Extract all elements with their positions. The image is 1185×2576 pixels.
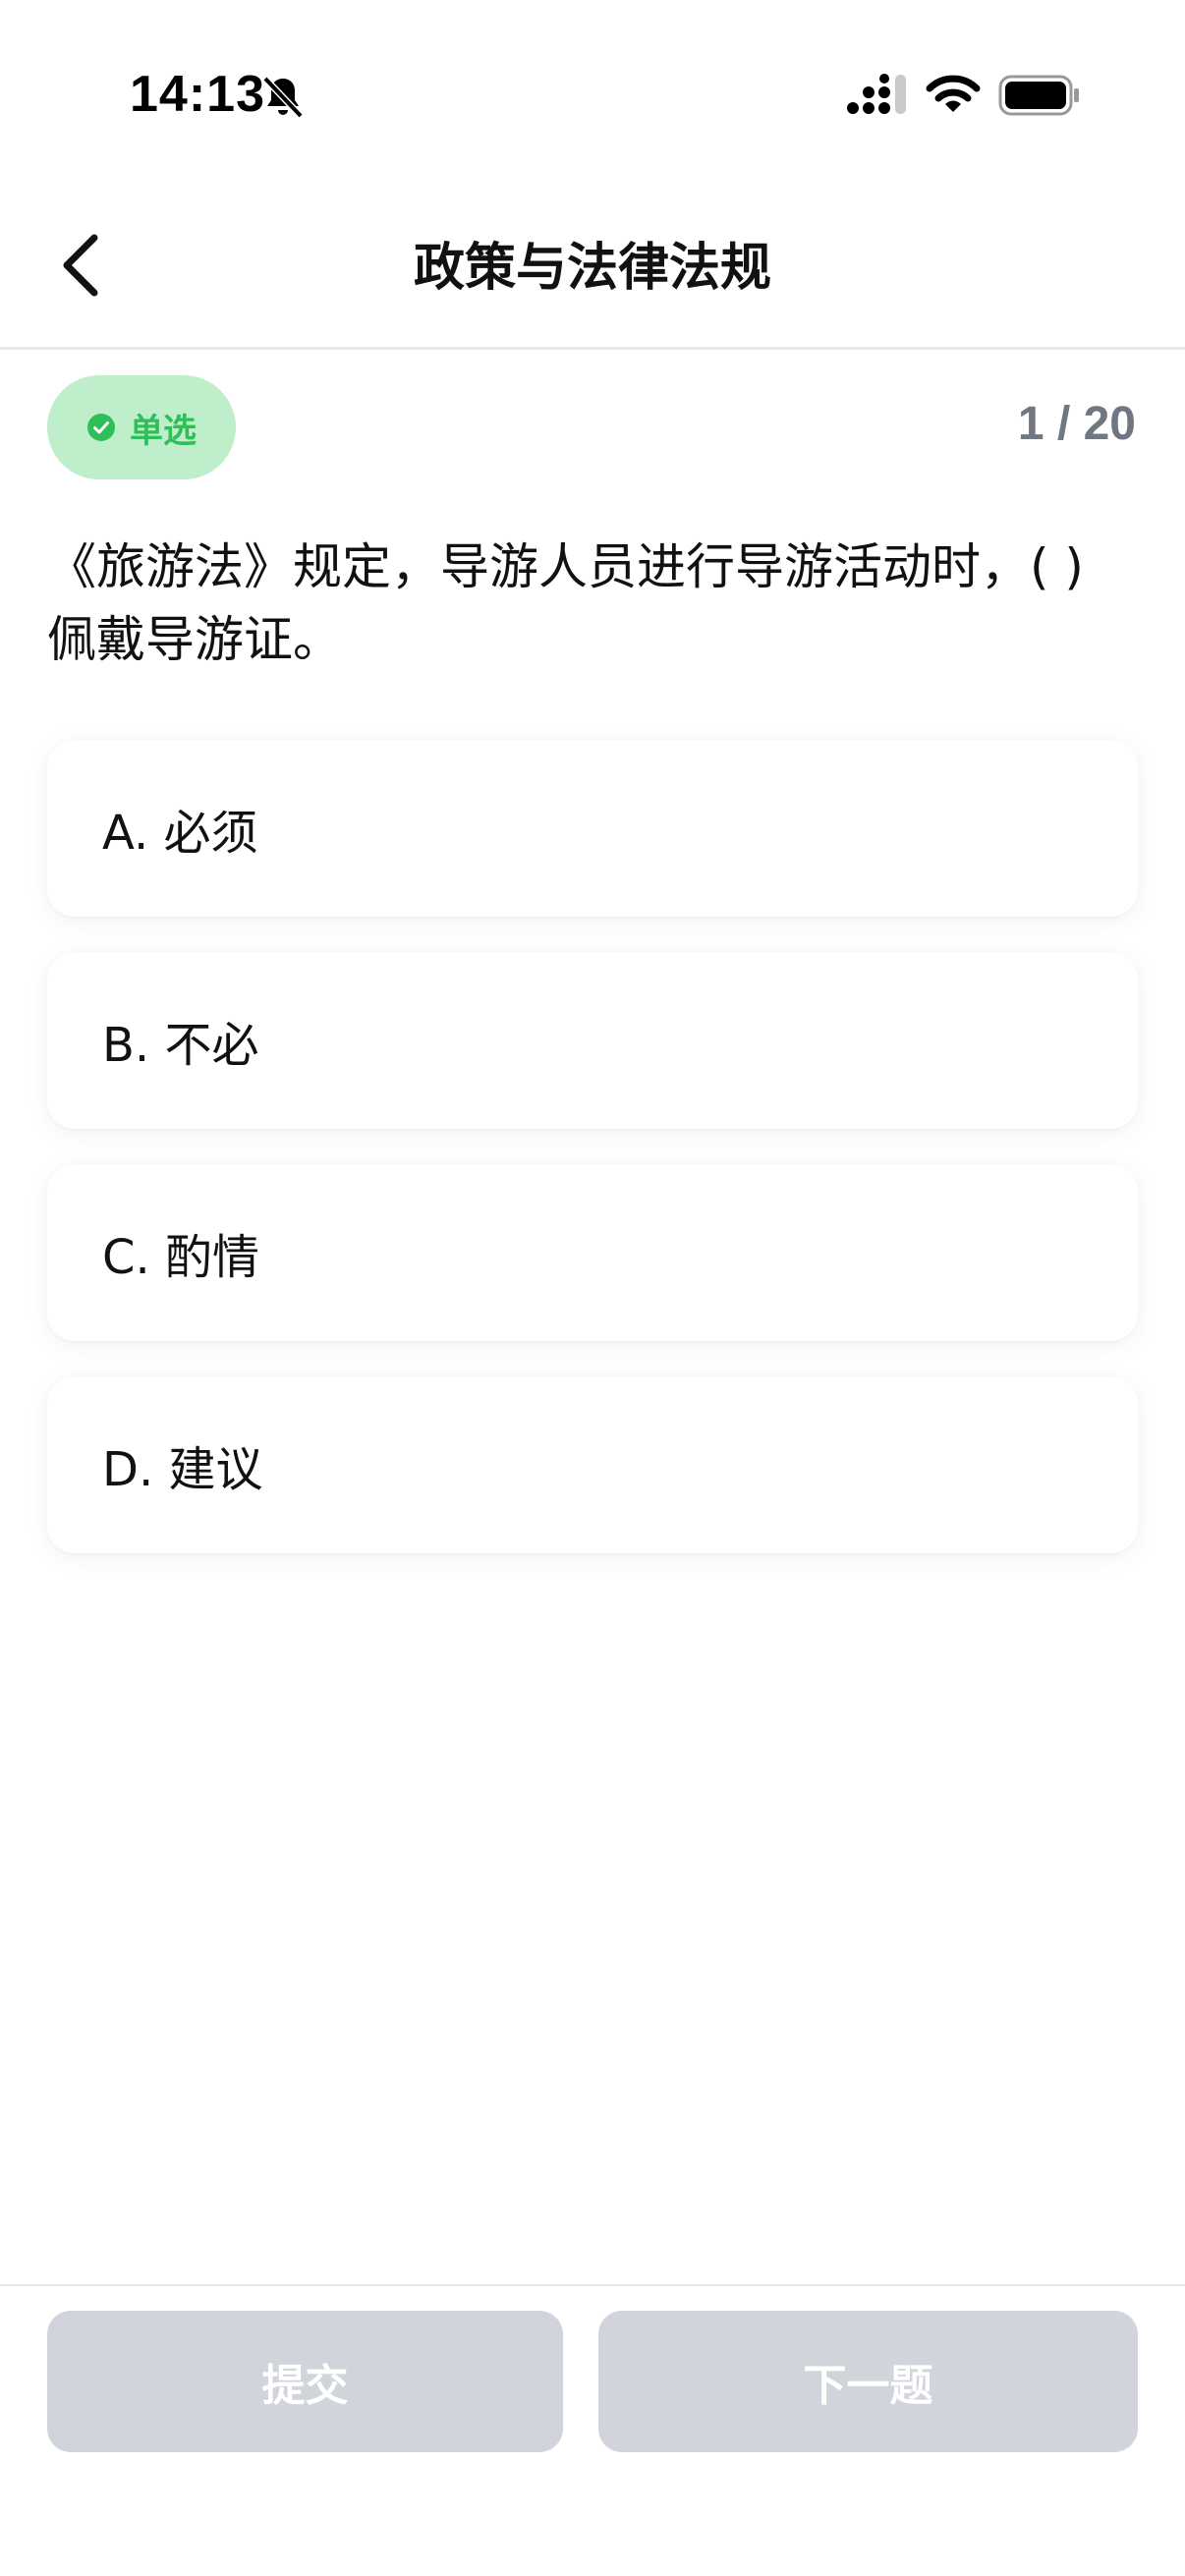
question-text: 《旅游法》规定，导游人员进行导游活动时，( ) 佩戴导游证。 [47, 538, 1084, 668]
wifi-icon [926, 75, 981, 112]
chevron-left-icon [63, 234, 98, 297]
option-label: A. 必须 [102, 806, 258, 861]
bottom-divider [0, 2284, 1185, 2286]
option-c[interactable]: C. 酌情 [47, 1164, 1138, 1341]
option-b[interactable]: B. 不必 [47, 952, 1138, 1129]
bell-slash-icon [262, 76, 304, 119]
check-circle-icon [87, 414, 115, 441]
nav-bar: 政策与法律法规 [0, 187, 1185, 350]
status-time: 14:13 [130, 66, 265, 123]
back-button[interactable] [39, 216, 138, 314]
status-bar: 14:13 [0, 0, 1185, 187]
battery-icon [998, 75, 1079, 116]
option-label: D. 建议 [102, 1442, 263, 1497]
question-type-badge: 单选 [47, 375, 236, 479]
next-question-button[interactable]: 下一题 [598, 2311, 1138, 2452]
option-d[interactable]: D. 建议 [47, 1376, 1138, 1553]
option-label: C. 酌情 [102, 1230, 260, 1285]
cellular-signal-icon [847, 74, 906, 114]
submit-button[interactable]: 提交 [47, 2311, 563, 2452]
option-a[interactable]: A. 必须 [47, 740, 1138, 917]
page-title: 政策与法律法规 [413, 239, 771, 298]
option-label: B. 不必 [102, 1018, 259, 1073]
question-progress: 1 / 20 [1017, 398, 1136, 450]
question-type-label: 单选 [130, 411, 197, 451]
